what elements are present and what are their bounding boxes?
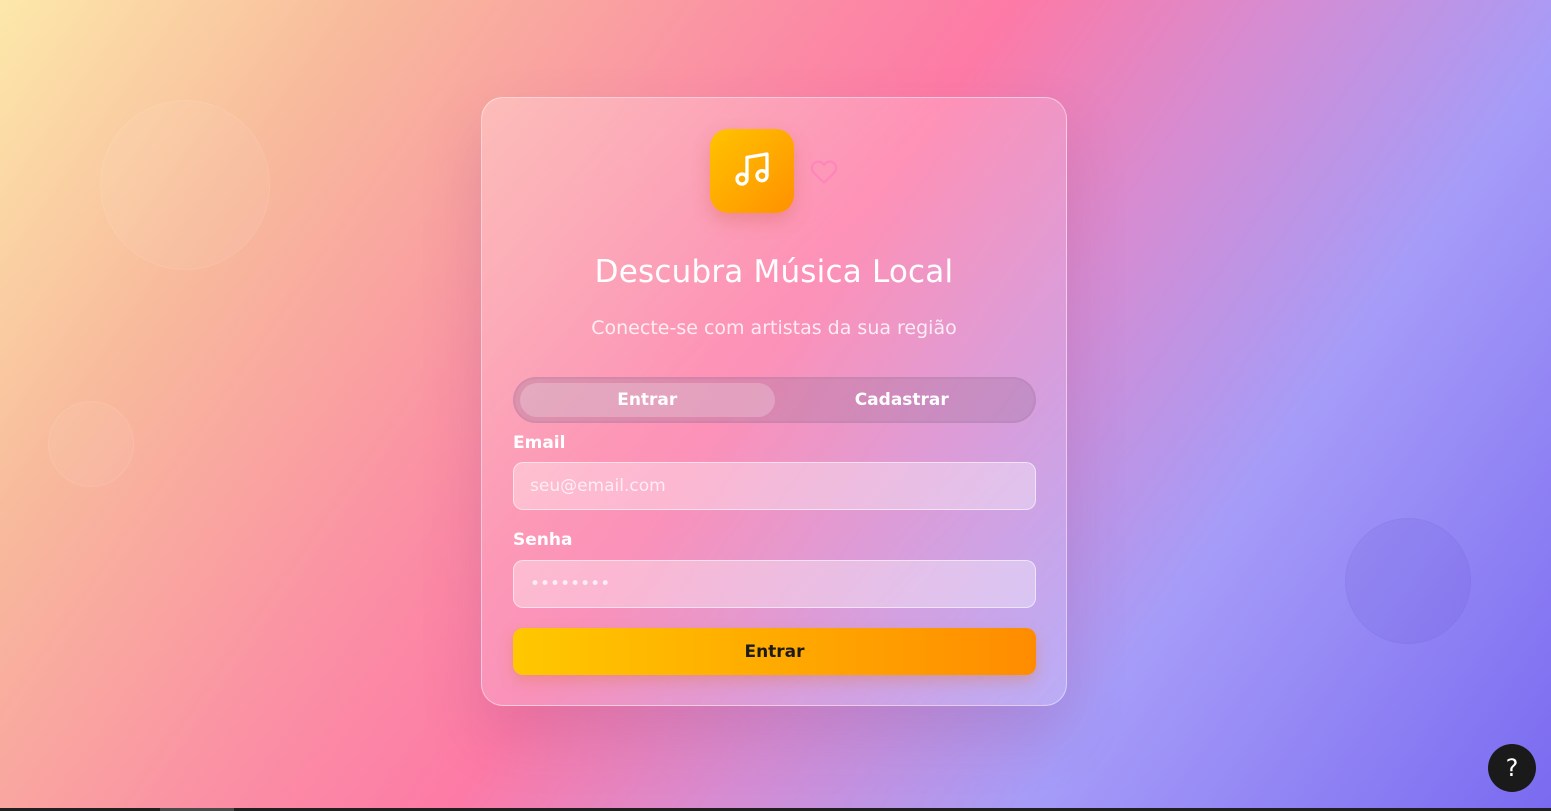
password-field[interactable] (513, 560, 1036, 608)
login-card: Descubra Música Local Conecte-se com art… (481, 97, 1067, 706)
heart-icon (810, 158, 838, 184)
music-note-icon (732, 149, 772, 193)
app-logo (710, 129, 794, 213)
background-circle (1345, 518, 1471, 644)
background-circle (48, 401, 134, 487)
page-title: Descubra Música Local (594, 254, 954, 290)
auth-tabs: Entrar Cadastrar (513, 377, 1036, 423)
tab-entrar[interactable]: Entrar (520, 383, 775, 417)
tab-cadastrar[interactable]: Cadastrar (775, 383, 1030, 417)
password-label: Senha (513, 530, 573, 550)
page-subtitle: Conecte-se com artistas da sua região (591, 317, 957, 339)
email-field[interactable] (513, 462, 1036, 510)
help-button[interactable]: ? (1488, 744, 1536, 792)
submit-button[interactable]: Entrar (513, 628, 1036, 675)
background-circle (100, 100, 270, 270)
help-icon: ? (1505, 754, 1519, 782)
email-label: Email (513, 433, 566, 453)
